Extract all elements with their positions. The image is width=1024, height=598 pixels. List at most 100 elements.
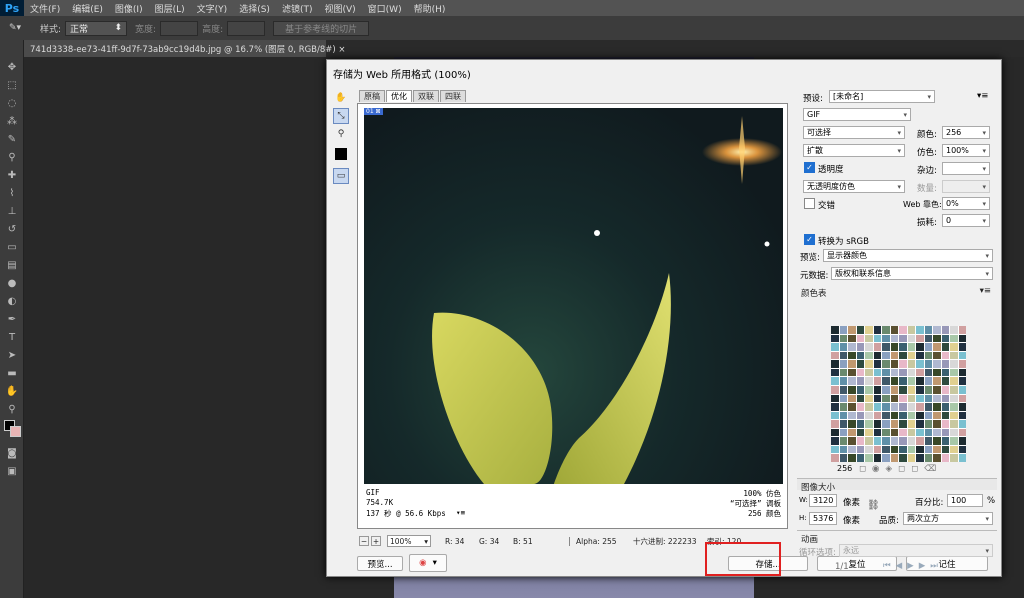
info-size: 754.7K	[366, 498, 394, 507]
type-tool-icon[interactable]: T	[0, 328, 24, 346]
dialog-title: 存储为 Web 所用格式 (100%)	[333, 70, 471, 81]
screen-mode-icon[interactable]: ▣	[0, 462, 24, 480]
gradient-tool-icon[interactable]: ▤	[0, 256, 24, 274]
quick-select-tool-icon[interactable]: ⁂	[0, 112, 24, 130]
color-table-title: 颜色表	[801, 289, 827, 299]
height-input[interactable]	[227, 20, 266, 36]
tab-4-up[interactable]: 四联	[440, 90, 466, 102]
zoom-select[interactable]: 100% ▾	[387, 535, 431, 547]
slice-select-icon[interactable]: ⤡	[333, 108, 349, 124]
menu-type[interactable]: 文字(Y)	[191, 2, 234, 15]
width-unit: 像素	[843, 498, 861, 508]
animation-controls-icon[interactable]: ⏮◀▶▶⏭	[883, 561, 943, 571]
hand-icon[interactable]: ✋	[333, 90, 349, 106]
view-tabs: 原稿 优化 双联 四联	[359, 90, 467, 102]
options-bar: ✎▾ 样式: 正常 ⬍ 宽度: 高度: 基于参考线的切片	[0, 16, 1024, 40]
height-unit: 像素	[843, 516, 861, 526]
reduction-select[interactable]: 可选择 ▾	[803, 126, 905, 139]
matte-label: 杂边:	[917, 166, 937, 176]
matte-select[interactable]: ▾	[942, 162, 990, 175]
preview-select[interactable]: 显示器颜色 ▾	[823, 249, 993, 262]
document-tab[interactable]: 741d3338-ee73-41ff-9d7f-73ab9cc19d4b.jpg…	[24, 40, 346, 57]
menu-filter[interactable]: 滤镜(T)	[276, 2, 319, 15]
menu-help[interactable]: 帮助(H)	[408, 2, 452, 15]
zoom-tool-icon[interactable]: ⚲	[0, 400, 24, 418]
stamp-tool-icon[interactable]: ⊥	[0, 202, 24, 220]
toggle-slices-icon[interactable]: ▭	[333, 168, 349, 184]
lasso-tool-icon[interactable]: ◌	[0, 94, 24, 112]
transparency-checkbox[interactable]: ✓	[804, 162, 815, 173]
eraser-tool-icon[interactable]: ▭	[0, 238, 24, 256]
menu-select[interactable]: 选择(S)	[233, 2, 276, 15]
marquee-tool-icon[interactable]: ⬚	[0, 76, 24, 94]
pen-tool-icon[interactable]: ✒	[0, 310, 24, 328]
quick-mask-icon[interactable]: ◙	[0, 444, 24, 462]
lossy-select[interactable]: 0 ▾	[942, 214, 990, 227]
web-snap-select[interactable]: 0% ▾	[942, 197, 990, 210]
speed-menu-icon[interactable]: ▾≡	[456, 508, 465, 517]
healing-tool-icon[interactable]: ✚	[0, 166, 24, 184]
metadata-select[interactable]: 版权和联系信息 ▾	[831, 267, 993, 280]
history-brush-icon[interactable]: ↺	[0, 220, 24, 238]
height-value-input[interactable]: 5376	[809, 512, 837, 525]
menu-edit[interactable]: 编辑(E)	[66, 2, 109, 15]
menu-window[interactable]: 窗口(W)	[362, 2, 408, 15]
style-select[interactable]: 正常 ⬍	[65, 20, 128, 36]
blur-tool-icon[interactable]: ●	[0, 274, 24, 292]
dither-algorithm-select[interactable]: 扩散 ▾	[803, 144, 905, 157]
move-tool-icon[interactable]: ✥	[0, 58, 24, 76]
metadata-label: 元数据:	[800, 271, 829, 281]
shape-tool-icon[interactable]: ▬	[0, 364, 24, 382]
zoom-in-button[interactable]: +	[371, 536, 381, 546]
image-preview-frame: 01 ⊠ GIF 754.7K 137 秒 @ 56.6 Kbps ▾≡ 100…	[357, 103, 788, 529]
image-preview[interactable]: 01 ⊠	[364, 108, 783, 484]
slice-tool-icon[interactable]: ✎▾	[0, 23, 30, 33]
dither-amount-select[interactable]: 100% ▾	[942, 144, 990, 157]
dodge-tool-icon[interactable]: ◐	[0, 292, 24, 310]
color-table[interactable]	[831, 326, 966, 462]
browser-select[interactable]: ◉ ▾	[409, 554, 447, 572]
right-leaf	[554, 273, 671, 484]
preset-menu-icon[interactable]: ▾≡	[977, 91, 988, 101]
path-select-tool-icon[interactable]: ➤	[0, 346, 24, 364]
status-r: R: 34	[445, 536, 465, 546]
color-swatches[interactable]	[0, 418, 23, 444]
slice-tool-icon-side[interactable]: ✎	[0, 130, 24, 148]
menu-view[interactable]: 视图(V)	[318, 2, 361, 15]
link-icon[interactable]: ⛓	[867, 500, 880, 511]
tab-2-up[interactable]: 双联	[413, 90, 439, 102]
width-label-w: W:	[799, 496, 808, 504]
colors-label: 颜色:	[917, 130, 937, 140]
tab-original[interactable]: 原稿	[359, 90, 385, 102]
percent-input[interactable]: 100	[947, 494, 983, 507]
interlaced-checkbox[interactable]	[804, 198, 815, 209]
eyedropper-tool-icon[interactable]: ⚲	[0, 148, 24, 166]
info-colors: 256 颜色	[747, 509, 781, 518]
quality-select[interactable]: 两次立方 ▾	[903, 512, 993, 525]
preset-label: 预设:	[803, 94, 823, 104]
colors-select[interactable]: 256 ▾	[942, 126, 990, 139]
zoom-out-button[interactable]: −	[359, 536, 369, 546]
preset-select[interactable]: [未命名] ▾	[829, 90, 935, 103]
color-table-tools-icon[interactable]: ◻◉◈◻◻⌫	[859, 464, 942, 474]
preview-button[interactable]: 预览...	[357, 556, 403, 571]
photoshop-logo: Ps	[0, 0, 24, 16]
eyedropper-icon[interactable]: ⚲	[333, 126, 349, 142]
transparency-dither-select[interactable]: 无透明度仿色 ▾	[803, 180, 905, 193]
width-value-input[interactable]: 3120	[809, 494, 837, 507]
width-input[interactable]	[160, 20, 199, 36]
slices-from-guides-button[interactable]: 基于参考线的切片	[273, 20, 370, 36]
eyedropper-color-swatch[interactable]	[333, 146, 349, 162]
tab-optimized[interactable]: 优化	[386, 90, 412, 102]
hand-tool-icon[interactable]: ✋	[0, 382, 24, 400]
left-leaf	[432, 312, 553, 484]
color-table-menu-icon[interactable]: ▾≡	[980, 286, 991, 296]
save-button-highlight	[705, 542, 781, 576]
format-select[interactable]: GIF ▾	[803, 108, 911, 121]
menu-layer[interactable]: 图层(L)	[149, 2, 191, 15]
menu-file[interactable]: 文件(F)	[24, 2, 66, 15]
srgb-checkbox[interactable]: ✓	[804, 234, 815, 245]
brush-tool-icon[interactable]: ⌇	[0, 184, 24, 202]
tools-panel: ✥ ⬚ ◌ ⁂ ✎ ⚲ ✚ ⌇ ⊥ ↺ ▭ ▤ ● ◐ ✒ T ➤ ▬ ✋ ⚲ …	[0, 40, 24, 598]
menu-image[interactable]: 图像(I)	[109, 2, 149, 15]
